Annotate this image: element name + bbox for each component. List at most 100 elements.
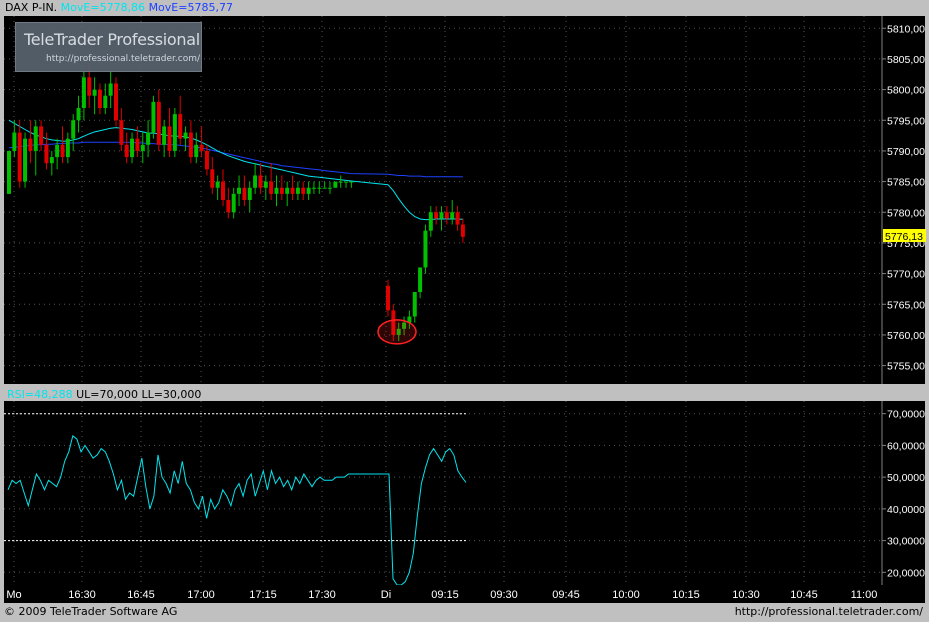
rsi-axis-background bbox=[882, 401, 925, 585]
candle-body-up bbox=[184, 133, 188, 139]
candle-body-up bbox=[194, 145, 198, 157]
candle-body-down bbox=[210, 169, 214, 187]
rsi-value-label: RSI=48,288 bbox=[7, 388, 73, 401]
teletrader-logo: TeleTrader Professional http://professio… bbox=[15, 22, 202, 72]
candle-body-up bbox=[141, 145, 145, 151]
time-axis-tick-label: 11:00 bbox=[851, 589, 878, 601]
candle-body-down bbox=[119, 120, 123, 145]
candle-body-down bbox=[135, 139, 139, 151]
candle-body-up bbox=[103, 96, 107, 108]
candle-body-up bbox=[317, 188, 321, 189]
rsi-axis-tick-label: 20,0000 bbox=[887, 567, 925, 579]
logo-title: TeleTrader Professional bbox=[24, 30, 200, 49]
time-axis-tick-label: 09:45 bbox=[552, 589, 580, 601]
price-axis-tick-label: 5810,00 bbox=[887, 23, 925, 35]
price-axis-tick-label: 5765,00 bbox=[887, 299, 925, 311]
candle-body-down bbox=[445, 212, 449, 218]
candle-body-up bbox=[77, 108, 81, 120]
price-axis-tick-label: 5760,00 bbox=[887, 330, 925, 342]
time-axis-tick-label: 17:30 bbox=[308, 589, 336, 601]
candle-body-down bbox=[114, 83, 118, 120]
rsi-axis-tick-label: 60,0000 bbox=[887, 440, 925, 452]
candle-body-down bbox=[258, 175, 262, 187]
rsi-axis-tick-label: 50,0000 bbox=[887, 472, 925, 484]
candle-body-up bbox=[275, 188, 279, 194]
candle-body-up bbox=[55, 145, 59, 157]
candle-body-up bbox=[248, 188, 252, 200]
rsi-axis-tick-label: 70,0000 bbox=[887, 409, 925, 421]
time-axis-tick-label: 17:15 bbox=[249, 589, 277, 601]
low-highlight-ellipse bbox=[378, 320, 416, 344]
candle-body-up bbox=[285, 188, 289, 194]
price-axis-tick-label: 5805,00 bbox=[887, 54, 925, 66]
time-axis-tick-label: 16:30 bbox=[68, 589, 96, 601]
candle-body-down bbox=[157, 102, 161, 145]
rsi-axis-tick-label: 40,0000 bbox=[887, 504, 925, 516]
candle-body-down bbox=[242, 188, 246, 200]
candle-body-up bbox=[264, 182, 268, 188]
candle-body-down bbox=[125, 145, 129, 157]
candle-body-down bbox=[28, 139, 32, 151]
time-axis-tick-label: 16:45 bbox=[127, 589, 155, 601]
candle-body-down bbox=[221, 182, 225, 200]
candle-body-down bbox=[461, 225, 465, 237]
candle-body-up bbox=[82, 77, 86, 108]
candle-body-up bbox=[23, 139, 27, 182]
candle-body-up bbox=[418, 267, 422, 292]
candle-body-down bbox=[226, 200, 230, 212]
candle-body-up bbox=[344, 182, 348, 183]
price-axis-tick-label: 5795,00 bbox=[887, 115, 925, 127]
candle-body-up bbox=[50, 157, 54, 163]
candle-body-down bbox=[200, 145, 204, 151]
rsi-panel-background bbox=[4, 401, 882, 585]
candle-body-down bbox=[44, 145, 48, 163]
candle-body-down bbox=[456, 212, 460, 224]
price-axis-tick-label: 5800,00 bbox=[887, 85, 925, 97]
candle-body-down bbox=[98, 90, 102, 108]
candle-body-down bbox=[18, 133, 22, 182]
price-axis-tick-label: 5790,00 bbox=[887, 146, 925, 158]
price-panel-header: DAX P-IN. MovE=5778,86 MovE=5785,77 bbox=[5, 1, 233, 14]
time-axis-tick-label: 10:00 bbox=[612, 589, 640, 601]
time-axis-tick-label: 17:00 bbox=[187, 589, 215, 601]
candle-body-down bbox=[205, 151, 209, 169]
candle-body-up bbox=[333, 182, 337, 188]
time-axis-tick-label: 09:30 bbox=[490, 589, 518, 601]
candle-body-down bbox=[269, 182, 273, 194]
candle-body-up bbox=[71, 120, 75, 138]
chart-canvas: Mo16:3016:4517:0017:1517:30Di09:1509:300… bbox=[0, 0, 929, 604]
candle-body-up bbox=[339, 182, 343, 183]
candle-body-up bbox=[307, 188, 311, 194]
rsi-axis-tick-label: 30,0000 bbox=[887, 536, 925, 548]
candle-body-up bbox=[349, 182, 353, 183]
candle-body-up bbox=[450, 212, 454, 218]
rsi-panel-header: RSI=48,288 UL=70,000 LL=30,000 bbox=[7, 388, 201, 401]
candle-body-down bbox=[280, 188, 284, 194]
price-axis-tick-label: 5770,00 bbox=[887, 269, 925, 281]
symbol-label: DAX P-IN. bbox=[5, 1, 57, 14]
candle-body-up bbox=[312, 188, 316, 189]
price-axis-background bbox=[882, 16, 925, 384]
time-axis-tick-label: 10:45 bbox=[790, 589, 818, 601]
candle-body-up bbox=[253, 175, 257, 187]
footer-url: http://professional.teletrader.com/ bbox=[735, 605, 923, 618]
time-axis-tick-label: 10:30 bbox=[732, 589, 760, 601]
candle-body-up bbox=[162, 126, 166, 144]
candle-body-up bbox=[130, 139, 134, 157]
candle-body-up bbox=[93, 90, 97, 96]
logo-url: http://professional.teletrader.com/ bbox=[46, 54, 200, 64]
candle-body-up bbox=[12, 133, 16, 151]
candle-body-down bbox=[178, 114, 182, 139]
candle-body-up bbox=[423, 231, 427, 268]
candle-body-up bbox=[429, 212, 433, 230]
candle-body-up bbox=[7, 151, 11, 194]
price-axis-tick-label: 5785,00 bbox=[887, 177, 925, 189]
candle-body-up bbox=[440, 212, 444, 218]
candle-body-up bbox=[109, 83, 113, 95]
candle-body-down bbox=[434, 212, 438, 218]
candle-body-up bbox=[151, 102, 155, 133]
candle-body-down bbox=[291, 188, 295, 194]
candle-body-up bbox=[413, 292, 417, 317]
candle-body-up bbox=[323, 188, 327, 189]
candle-body-down bbox=[189, 133, 193, 158]
